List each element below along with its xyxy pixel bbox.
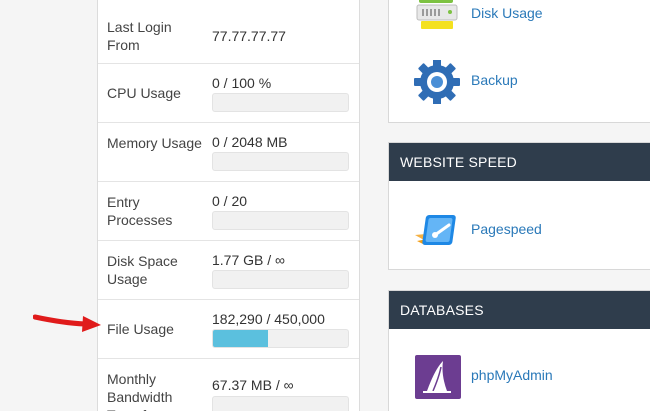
progress-fill [213, 330, 268, 347]
stat-row-cpu: CPU Usage 0 / 100 % [98, 64, 359, 123]
stat-label: Entry Processes [107, 194, 173, 228]
tool-label[interactable]: Backup [471, 72, 518, 88]
tool-phpmyadmin[interactable]: phpMyAdmin [389, 351, 650, 401]
annotation-arrow-icon [33, 314, 101, 332]
stat-label: Monthly Bandwidth Transfer [107, 371, 173, 411]
files-panel: Disk Usage Backup [388, 0, 650, 123]
stat-row-last-login: Last Login From 77.77.77.77 [98, 0, 359, 64]
progress-bar [212, 329, 349, 348]
stat-value: 0 / 2048 MB [212, 134, 288, 150]
tool-label[interactable]: Disk Usage [471, 5, 543, 21]
stat-label: File Usage [107, 321, 174, 337]
tool-label[interactable]: phpMyAdmin [471, 367, 553, 383]
tool-disk-usage[interactable]: Disk Usage [389, 0, 650, 39]
stat-value: 77.77.77.77 [212, 28, 286, 44]
stat-value: 0 / 20 [212, 193, 248, 209]
panel-title: WEBSITE SPEED [389, 143, 650, 181]
disk-usage-icon [416, 0, 458, 29]
stat-value: 182,290 / 450,000 [212, 311, 325, 327]
progress-bar [212, 270, 349, 289]
databases-panel: DATABASES phpMyAdmin [388, 290, 650, 411]
phpmyadmin-icon [415, 355, 461, 399]
stat-label: CPU Usage [107, 85, 181, 101]
stat-label: Last Login From [107, 19, 172, 53]
progress-bar [212, 396, 349, 411]
stat-row-file-usage: File Usage 182,290 / 450,000 [98, 300, 359, 359]
backup-gear-icon [414, 60, 460, 104]
stat-row-disk-space: Disk Space Usage 1.77 GB / ∞ [98, 241, 359, 300]
stat-row-memory: Memory Usage 0 / 2048 MB [98, 123, 359, 182]
progress-bar [212, 93, 349, 112]
website-speed-panel: WEBSITE SPEED Pagespeed [388, 142, 650, 270]
tool-pagespeed[interactable]: Pagespeed [389, 205, 650, 255]
stat-label: Disk Space Usage [107, 253, 178, 287]
progress-bar [212, 211, 349, 230]
panel-title: DATABASES [389, 291, 650, 329]
progress-bar [212, 152, 349, 171]
stat-row-entry-processes: Entry Processes 0 / 20 [98, 182, 359, 241]
pagespeed-icon [415, 215, 456, 245]
stat-row-bandwidth: Monthly Bandwidth Transfer 67.37 MB / ∞ [98, 359, 359, 411]
tool-label[interactable]: Pagespeed [471, 221, 542, 237]
stats-panel: Last Login From 77.77.77.77 CPU Usage 0 … [97, 0, 360, 411]
stat-label: Memory Usage [107, 135, 202, 151]
tool-backup[interactable]: Backup [389, 56, 650, 106]
stat-value: 0 / 100 % [212, 75, 272, 91]
stat-value: 67.37 MB / ∞ [212, 377, 294, 393]
stat-value: 1.77 GB / ∞ [212, 252, 286, 268]
